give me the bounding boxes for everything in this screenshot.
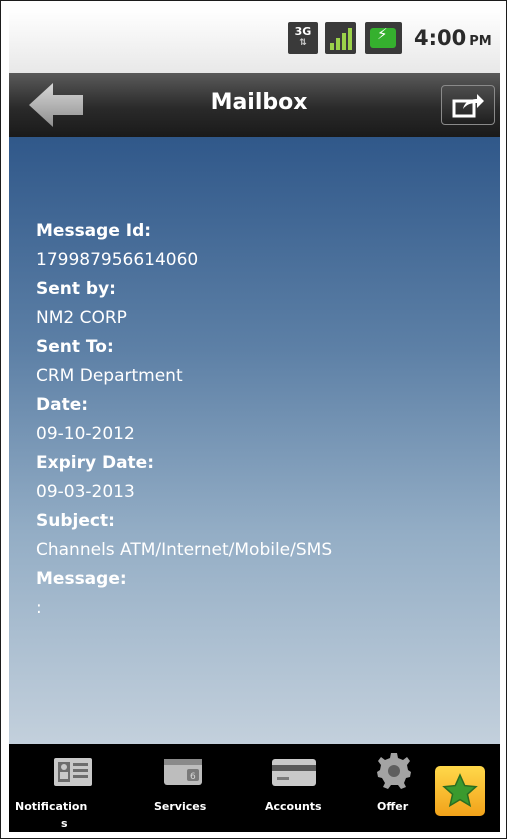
sent-to-value: CRM Department — [36, 366, 183, 386]
gear-icon — [377, 753, 411, 789]
page-title: Mailbox — [210, 90, 308, 115]
nav-label-offers: Offer — [377, 800, 409, 813]
svg-text:6: 6 — [190, 772, 196, 782]
nav-notifications[interactable]: Notification s — [9, 744, 121, 832]
sent-to-label: Sent To: — [36, 337, 114, 357]
message-body: : — [36, 598, 42, 618]
nav-label-services: Services — [154, 800, 207, 813]
expiry-date-label: Expiry Date: — [36, 453, 154, 473]
date-label: Date: — [36, 395, 89, 415]
status-bar: 3G ⇅ ⚡ 4:00 PM — [9, 9, 500, 73]
signal-bar — [330, 43, 334, 50]
clock-time: 4:00 — [414, 26, 467, 50]
signal-bar — [348, 28, 352, 50]
sent-by-label: Sent by: — [36, 279, 116, 299]
nav-label-notifications-wrap: s — [61, 817, 68, 830]
phone-frame: 3G ⇅ ⚡ 4:00 PM Mailbox Message Id: 17998… — [0, 0, 507, 839]
credit-card-icon — [272, 759, 316, 786]
battery-bolt: ⚡ — [377, 25, 388, 43]
contact-card-icon — [54, 758, 92, 786]
wallet-icon: 6 — [164, 759, 202, 785]
network-arrows: ⇅ — [299, 38, 307, 48]
subject-label: Subject: — [36, 511, 115, 531]
network-label: 3G — [294, 25, 312, 38]
date-value: 09-10-2012 — [36, 424, 135, 444]
message-detail: Message Id: 179987956614060 Sent by: NM2… — [9, 137, 500, 744]
message-label: Message: — [36, 569, 127, 589]
star-icon — [442, 773, 478, 808]
message-id-label: Message Id: — [36, 221, 152, 241]
signal-bar — [342, 33, 346, 50]
sent-by-value: NM2 CORP — [36, 308, 127, 328]
nav-accounts[interactable]: Accounts — [245, 744, 345, 832]
share-button[interactable] — [441, 85, 495, 125]
nav-offers[interactable]: Offer — [359, 744, 429, 832]
back-button[interactable] — [27, 81, 85, 129]
clock-ampm: PM — [469, 34, 492, 49]
battery-icon: ⚡ — [365, 22, 402, 54]
nav-label-notifications: Notification — [15, 800, 88, 813]
message-id-value: 179987956614060 — [36, 250, 199, 270]
nav-services[interactable]: 6 Services — [139, 744, 229, 832]
expiry-date-value: 09-03-2013 — [36, 482, 135, 502]
subject-value: Channels ATM/Internet/Mobile/SMS — [36, 540, 333, 560]
app-header: Mailbox — [9, 73, 500, 137]
favorites-button[interactable] — [435, 766, 485, 816]
nav-label-accounts: Accounts — [265, 800, 322, 813]
network-3g-icon: 3G ⇅ — [288, 22, 318, 54]
signal-strength-icon — [325, 22, 356, 54]
signal-bar — [336, 38, 340, 50]
back-arrow-icon — [29, 83, 83, 127]
status-clock: 4:00 PM — [414, 26, 492, 50]
bottom-navigation: Notification s 6 Services Accounts Offer — [9, 744, 500, 832]
share-icon — [452, 94, 484, 118]
